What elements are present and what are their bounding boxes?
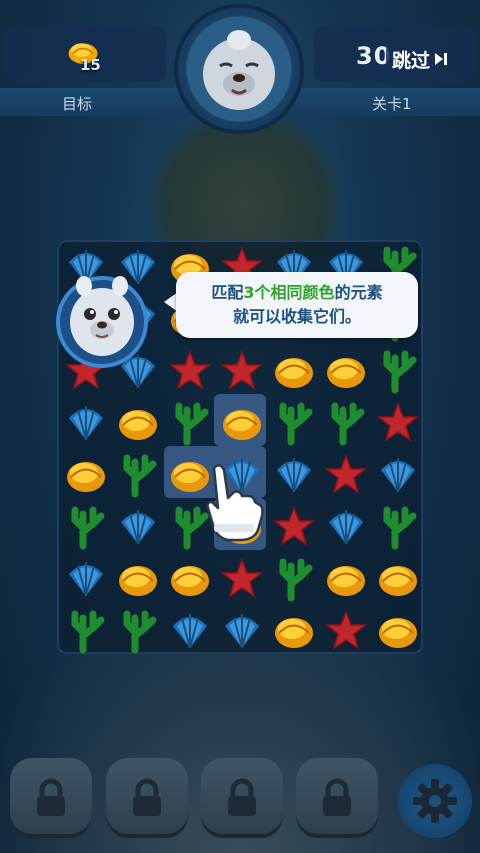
red-star-piece[interactable] <box>321 450 371 500</box>
skip-icon <box>435 53 448 65</box>
lock-icon <box>133 778 161 816</box>
lock-icon <box>37 778 65 816</box>
seal-mascot-icon <box>56 276 148 368</box>
tutorial-line-2: 就可以收集它们。 <box>232 307 361 326</box>
yellow-snail-piece[interactable] <box>373 554 423 604</box>
blue-shell-piece[interactable] <box>321 502 371 552</box>
yellow-snail-piece[interactable] <box>61 450 111 500</box>
skip-label: 跳过 <box>392 49 431 72</box>
yellow-snail-piece[interactable] <box>113 398 163 448</box>
blue-shell-piece[interactable] <box>61 398 111 448</box>
red-star-piece[interactable] <box>165 346 215 396</box>
character-avatar <box>178 8 300 130</box>
goal-count: 15 <box>80 56 101 74</box>
yellow-snail-piece[interactable] <box>269 346 319 396</box>
red-star-piece[interactable] <box>269 502 319 552</box>
green-coral-piece[interactable] <box>373 346 423 396</box>
yellow-snail-piece[interactable] <box>373 606 423 656</box>
yellow-snail-piece[interactable] <box>217 398 267 448</box>
green-coral-piece[interactable] <box>113 450 163 500</box>
yellow-snail-piece[interactable] <box>113 554 163 604</box>
settings-button[interactable] <box>398 764 472 838</box>
blue-shell-piece[interactable] <box>113 502 163 552</box>
blue-shell-piece[interactable] <box>165 606 215 656</box>
locked-booster-button-1[interactable] <box>10 758 92 838</box>
green-coral-piece[interactable] <box>321 398 371 448</box>
seal-avatar-icon <box>203 30 275 110</box>
yellow-snail-piece[interactable] <box>165 554 215 604</box>
red-star-piece[interactable] <box>373 398 423 448</box>
blue-shell-piece[interactable] <box>217 606 267 656</box>
tutorial-line-1: 匹配3个相同颜色的元素 <box>211 283 383 302</box>
locked-booster-button-2[interactable] <box>106 758 188 838</box>
tutorial-highlight-text: 3个相同颜色 <box>243 283 335 302</box>
locked-booster-button-3[interactable] <box>201 758 283 838</box>
red-star-piece[interactable] <box>217 554 267 604</box>
goal-label: 目标 <box>62 95 93 113</box>
green-coral-piece[interactable] <box>61 502 111 552</box>
gear-icon <box>413 779 457 823</box>
locked-booster-button-4[interactable] <box>296 758 378 838</box>
green-coral-piece[interactable] <box>113 606 163 656</box>
green-coral-piece[interactable] <box>269 398 319 448</box>
yellow-snail-piece[interactable] <box>321 554 371 604</box>
blue-shell-piece[interactable] <box>373 450 423 500</box>
lock-icon <box>228 778 256 816</box>
lock-icon <box>323 778 351 816</box>
red-star-piece[interactable] <box>321 606 371 656</box>
green-coral-piece[interactable] <box>165 398 215 448</box>
blue-shell-piece[interactable] <box>269 450 319 500</box>
skip-button[interactable]: 跳过 <box>386 44 455 74</box>
green-coral-piece[interactable] <box>373 502 423 552</box>
top-hud: 15 目标 关卡1 30 跳过 <box>0 0 480 130</box>
yellow-snail-piece[interactable] <box>321 346 371 396</box>
tutorial-hand-pointer-icon <box>206 464 264 542</box>
green-coral-piece[interactable] <box>269 554 319 604</box>
green-coral-piece[interactable] <box>61 606 111 656</box>
red-star-piece[interactable] <box>217 346 267 396</box>
level-label: 关卡1 <box>372 95 412 113</box>
tutorial-speech-bubble: 匹配3个相同颜色的元素 就可以收集它们。 <box>176 272 418 338</box>
yellow-snail-piece[interactable] <box>269 606 319 656</box>
blue-shell-piece[interactable] <box>61 554 111 604</box>
